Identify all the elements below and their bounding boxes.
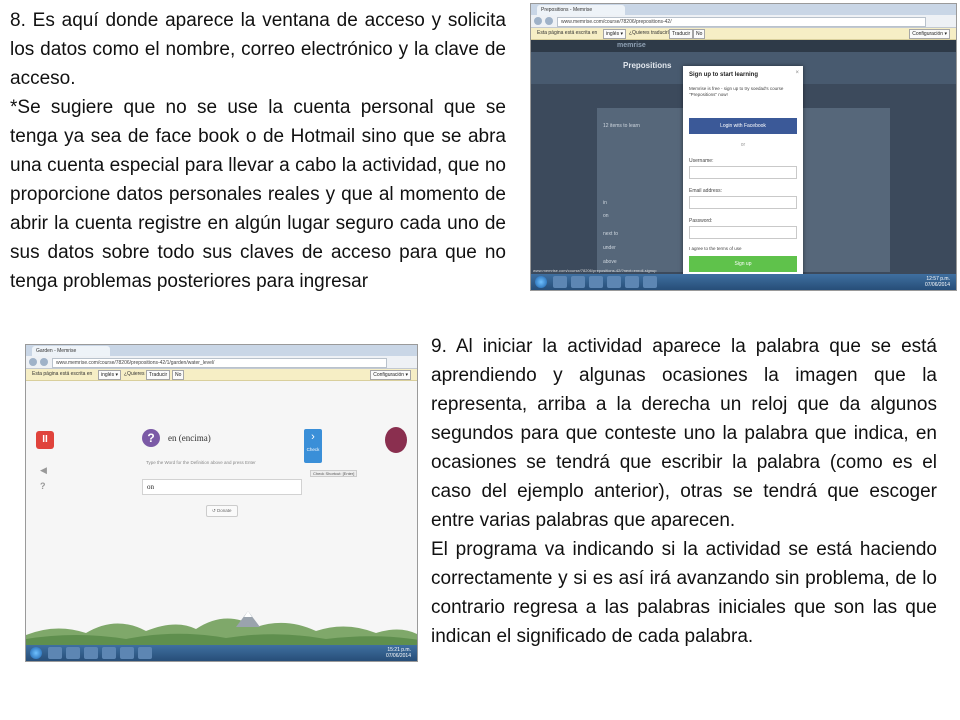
forward-icon[interactable] — [40, 358, 48, 366]
back-icon[interactable] — [29, 358, 37, 366]
forward-icon[interactable] — [545, 17, 553, 25]
speaker-icon[interactable]: ◀ — [40, 465, 47, 476]
timer-icon — [385, 427, 407, 453]
clock-date: 07/06/2014 — [924, 282, 950, 288]
course-title: Prepositions — [623, 61, 672, 70]
skype-icon[interactable] — [120, 647, 134, 659]
step-9-paragraph-2: El programa va indicando si la actividad… — [431, 539, 937, 647]
username-field[interactable] — [689, 166, 797, 179]
taskbar: 15:21 p.m. 07/06/2014 — [26, 645, 417, 661]
password-field[interactable] — [689, 226, 797, 239]
taskbar: 12:57 p.m. 07/06/2014 — [531, 274, 956, 290]
pause-button[interactable]: II — [36, 431, 54, 449]
signup-button[interactable]: Sign up — [689, 256, 797, 272]
check-label: Check — [306, 447, 320, 452]
word-icon[interactable] — [643, 276, 657, 288]
status-url: www.memrise.com/course/78206/preposition… — [533, 268, 657, 273]
word-icon[interactable] — [138, 647, 152, 659]
translate-button[interactable]: Traducir — [669, 29, 694, 39]
media-icon[interactable] — [589, 276, 603, 288]
instruction-text: Type the Word for the Definition above a… — [146, 460, 256, 465]
media-icon[interactable] — [84, 647, 98, 659]
ie-icon[interactable] — [48, 647, 62, 659]
translate-bar: Esta página está escrita en inglés ▾ ¿Qu… — [26, 369, 417, 381]
config-button[interactable]: Configuración ▾ — [909, 29, 950, 39]
taskbar-clock: 15:21 p.m. 07/06/2014 — [386, 647, 411, 659]
back-icon[interactable] — [534, 17, 542, 25]
browser-tabbar: Prepositions - Memrise — [531, 4, 956, 15]
modal-title: Sign up to start learning — [689, 72, 759, 78]
help-icon[interactable]: ? — [40, 481, 46, 491]
hills-illustration — [26, 611, 417, 645]
signup-modal: Sign up to start learning × Memrise is f… — [683, 66, 803, 278]
terms-checkbox[interactable]: I agree to the terms of use — [689, 246, 742, 251]
step-8-paragraph-1: 8. Es aquí donde aparece la ventana de a… — [10, 10, 506, 89]
email-label: Email address: — [689, 188, 723, 194]
address-bar: www.memrise.com/course/78206/preposition… — [26, 356, 417, 369]
language-select[interactable]: inglés ▾ — [603, 29, 626, 39]
chevron-right-icon: › — [311, 431, 315, 443]
garden-screenshot: Garden - Memrise www.memrise.com/course/… — [25, 344, 418, 662]
facebook-login-button[interactable]: Login with Facebook — [689, 118, 797, 134]
question-icon: ? — [142, 429, 160, 447]
site-header — [531, 40, 956, 52]
step-8-paragraph-2: *Se sugiere que no se use la cuenta pers… — [10, 97, 506, 292]
translate-bar: Esta página está escrita en inglés ▾ ¿Qu… — [531, 28, 956, 40]
clock-date: 07/06/2014 — [385, 653, 411, 659]
check-button[interactable]: › Check — [304, 429, 322, 463]
url-field[interactable]: www.memrise.com/course/78206/preposition… — [557, 17, 926, 27]
close-icon[interactable]: × — [795, 70, 799, 76]
prompt-word: en (encima) — [168, 433, 211, 443]
step-9-text: 9. Al iniciar la actividad aparece la pa… — [431, 332, 937, 651]
list-item: in — [603, 200, 607, 206]
ie-icon[interactable] — [553, 276, 567, 288]
folder-icon[interactable] — [571, 276, 585, 288]
chrome-icon[interactable] — [607, 276, 621, 288]
language-select[interactable]: inglés ▾ — [98, 370, 121, 380]
list-header: 12 items to learn — [603, 123, 640, 129]
url-field[interactable]: www.memrise.com/course/78206/preposition… — [52, 358, 387, 368]
password-label: Password: — [689, 218, 713, 224]
browser-tabbar: Garden - Memrise — [26, 345, 417, 356]
signup-screenshot: Prepositions - Memrise www.memrise.com/c… — [530, 3, 957, 291]
start-icon[interactable] — [30, 647, 42, 659]
answer-input[interactable]: on — [142, 479, 302, 495]
no-button[interactable]: No — [693, 29, 706, 39]
translate-button[interactable]: Traducir — [146, 370, 171, 380]
start-icon[interactable] — [535, 276, 547, 288]
username-label: Username: — [689, 158, 714, 164]
skip-button[interactable]: ↺ Donate — [206, 505, 238, 517]
or-divider: or — [740, 142, 746, 148]
browser-tab[interactable]: Garden - Memrise — [32, 346, 110, 356]
modal-subtitle: Memrise is free - sign up to try soedad'… — [689, 86, 784, 97]
no-button[interactable]: No — [172, 370, 185, 380]
shortcut-tooltip: Check Shortcut: [Enter] — [310, 470, 358, 477]
chrome-icon[interactable] — [102, 647, 116, 659]
translate-bar-text: Esta página está escrita en — [32, 371, 93, 377]
browser-tab[interactable]: Prepositions - Memrise — [537, 5, 625, 15]
translate-bar-text: Esta página está escrita en — [537, 30, 598, 36]
site-logo[interactable]: memrise — [617, 42, 646, 49]
list-item: under — [603, 245, 616, 251]
step-8-text: 8. Es aquí donde aparece la ventana de a… — [10, 6, 506, 296]
list-item: above — [603, 259, 617, 265]
skype-icon[interactable] — [625, 276, 639, 288]
folder-icon[interactable] — [66, 647, 80, 659]
step-9-paragraph-1: 9. Al iniciar la actividad aparece la pa… — [431, 336, 937, 531]
email-field[interactable] — [689, 196, 797, 209]
address-bar: www.memrise.com/course/78206/preposition… — [531, 15, 956, 28]
taskbar-clock: 12:57 p.m. 07/06/2014 — [925, 276, 950, 288]
list-item: next to — [603, 231, 619, 237]
list-item: on — [603, 213, 609, 219]
translate-question: ¿Quieres traducirla? — [629, 30, 675, 36]
config-button[interactable]: Configuración ▾ — [370, 370, 411, 380]
